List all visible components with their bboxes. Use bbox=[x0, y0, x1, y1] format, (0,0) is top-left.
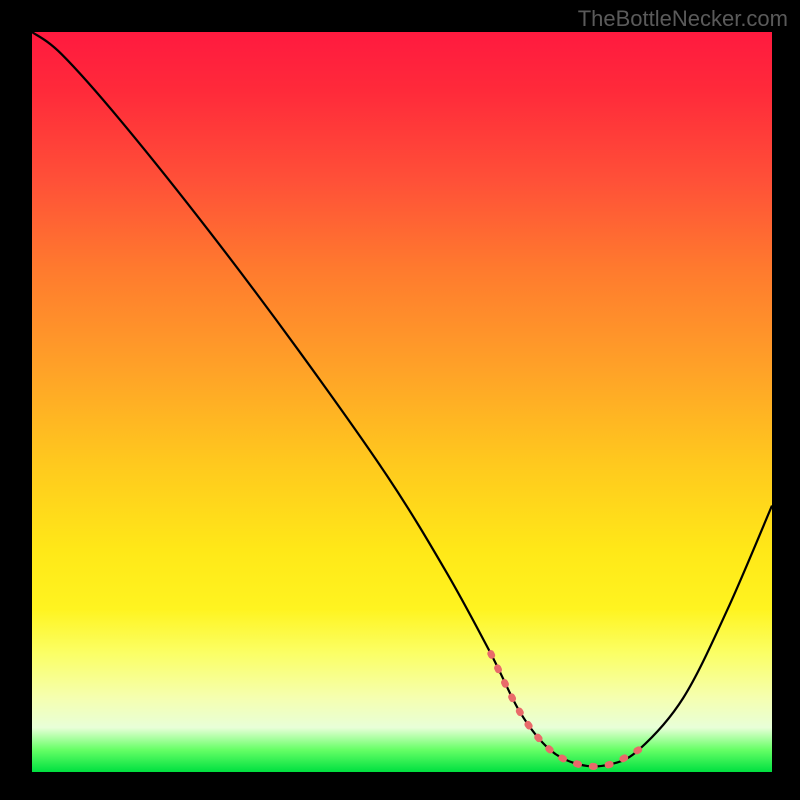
bottleneck-curve bbox=[32, 32, 772, 772]
watermark-text: TheBottleNecker.com bbox=[578, 6, 788, 32]
curve-line bbox=[32, 32, 772, 766]
chart-plot-area bbox=[32, 32, 772, 772]
optimal-range-marker bbox=[491, 654, 639, 767]
